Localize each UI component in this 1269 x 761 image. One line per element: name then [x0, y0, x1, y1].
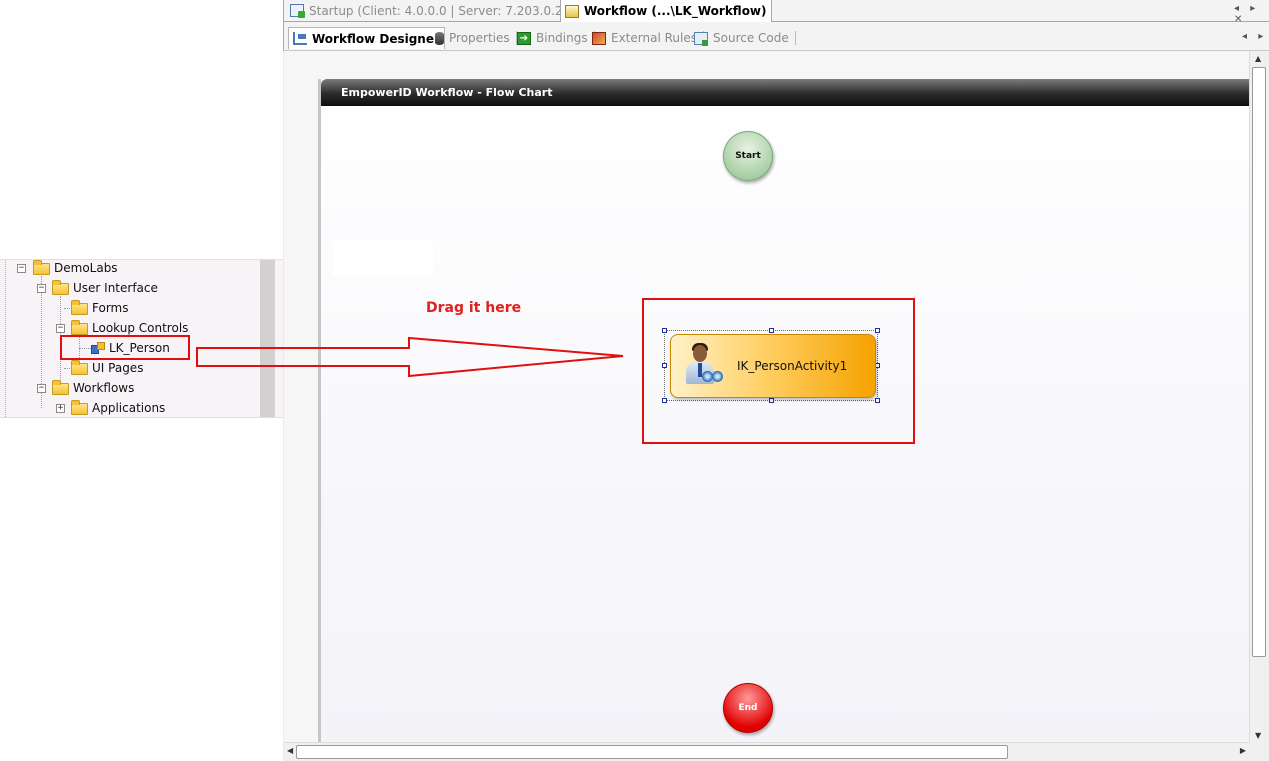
tree-item-label: Workflows: [73, 381, 135, 395]
folder-icon: [52, 380, 69, 395]
tab-properties[interactable]: Properties: [431, 27, 521, 49]
vertical-scrollbar[interactable]: ▲ ▼: [1249, 51, 1269, 743]
folder-icon: [71, 320, 88, 335]
start-node[interactable]: Start: [723, 131, 773, 181]
folder-icon: [71, 300, 88, 315]
tree-item-applications[interactable]: Applications: [71, 398, 165, 418]
subtab-label: Workflow Designer: [312, 31, 440, 46]
scrollbar-corner: [1250, 743, 1269, 761]
tab-label: Startup (Client: 4.0.0.0 | Server: 7.203…: [309, 3, 598, 18]
drag-instruction-label: Drag it here: [426, 300, 522, 316]
scroll-right-icon[interactable]: ▶: [1240, 746, 1246, 755]
folder-icon: [52, 280, 69, 295]
designer-subtab-strip: Workflow Designer Properties ➔ Bindings …: [283, 22, 1269, 51]
drop-target-highlight-box: [642, 298, 915, 444]
expander-demolabs[interactable]: −: [17, 264, 26, 273]
tab-startup[interactable]: Startup (Client: 4.0.0.0 | Server: 7.203…: [286, 0, 602, 21]
folder-icon: [33, 260, 50, 275]
designer-icon: [293, 32, 307, 45]
blank-region: [333, 241, 433, 277]
flowchart-title: EmpowerID Workflow - Flow Chart: [321, 79, 1249, 106]
subtab-label: Source Code: [713, 31, 789, 45]
end-node[interactable]: End: [723, 683, 773, 733]
subtab-nav-arrows[interactable]: ◂ ▸: [1242, 31, 1267, 42]
horizontal-scroll-thumb[interactable]: [296, 745, 1008, 759]
subtab-label: External Rules: [611, 31, 697, 45]
window-icon: [290, 4, 305, 18]
tab-bindings[interactable]: ➔ Bindings: [513, 27, 599, 49]
tree-root-guide: [5, 260, 6, 417]
folder-icon: [71, 360, 88, 375]
binding-arrow-icon: ➔: [517, 31, 531, 45]
tree-item-label: UI Pages: [92, 361, 144, 375]
tab-label: Workflow (...\LK_Workflow): [584, 4, 767, 18]
tree-item-label: User Interface: [73, 281, 158, 295]
scroll-up-icon[interactable]: ▲: [1255, 54, 1261, 63]
horizontal-scrollbar[interactable]: ◀ ▶: [284, 742, 1250, 761]
source-code-icon: [694, 31, 708, 46]
start-label: Start: [735, 151, 761, 161]
tree-item-user-interface[interactable]: User Interface: [52, 278, 158, 298]
tree-item-ui-pages[interactable]: UI Pages: [71, 358, 143, 378]
expander-applications[interactable]: +: [56, 404, 65, 413]
subtab-label: Bindings: [536, 31, 588, 45]
tree-item-label: Lookup Controls: [92, 321, 189, 335]
document-tab-strip: Startup (Client: 4.0.0.0 | Server: 7.203…: [283, 0, 1269, 25]
vertical-scroll-thumb[interactable]: [1252, 67, 1266, 657]
scroll-down-icon[interactable]: ▼: [1255, 731, 1261, 740]
tree-item-label: DemoLabs: [54, 261, 118, 275]
tree-item-forms[interactable]: Forms: [71, 298, 128, 318]
end-label: End: [738, 703, 758, 713]
subtab-label: Properties: [449, 31, 510, 45]
workflow-icon: [565, 4, 579, 18]
tree-item-label: Applications: [92, 401, 166, 415]
drag-arrow-icon: [196, 336, 624, 378]
tab-workflow[interactable]: Workflow (...\LK_Workflow): [560, 0, 772, 22]
tree-item-demolabs[interactable]: DemoLabs: [33, 258, 118, 278]
tab-source-code[interactable]: Source Code: [690, 27, 800, 49]
expander-lookup-controls[interactable]: −: [56, 324, 65, 333]
database-icon: [435, 31, 444, 45]
expander-user-interface[interactable]: −: [37, 284, 46, 293]
tab-workflow-designer[interactable]: Workflow Designer: [288, 27, 445, 49]
tree-item-workflows[interactable]: Workflows: [52, 378, 134, 398]
source-highlight-box: [60, 335, 190, 360]
folder-icon: [71, 400, 88, 415]
tree-item-label: Forms: [92, 301, 129, 315]
scroll-left-icon[interactable]: ◀: [287, 746, 293, 755]
rules-icon: [592, 31, 606, 45]
expander-workflows[interactable]: −: [37, 384, 46, 393]
